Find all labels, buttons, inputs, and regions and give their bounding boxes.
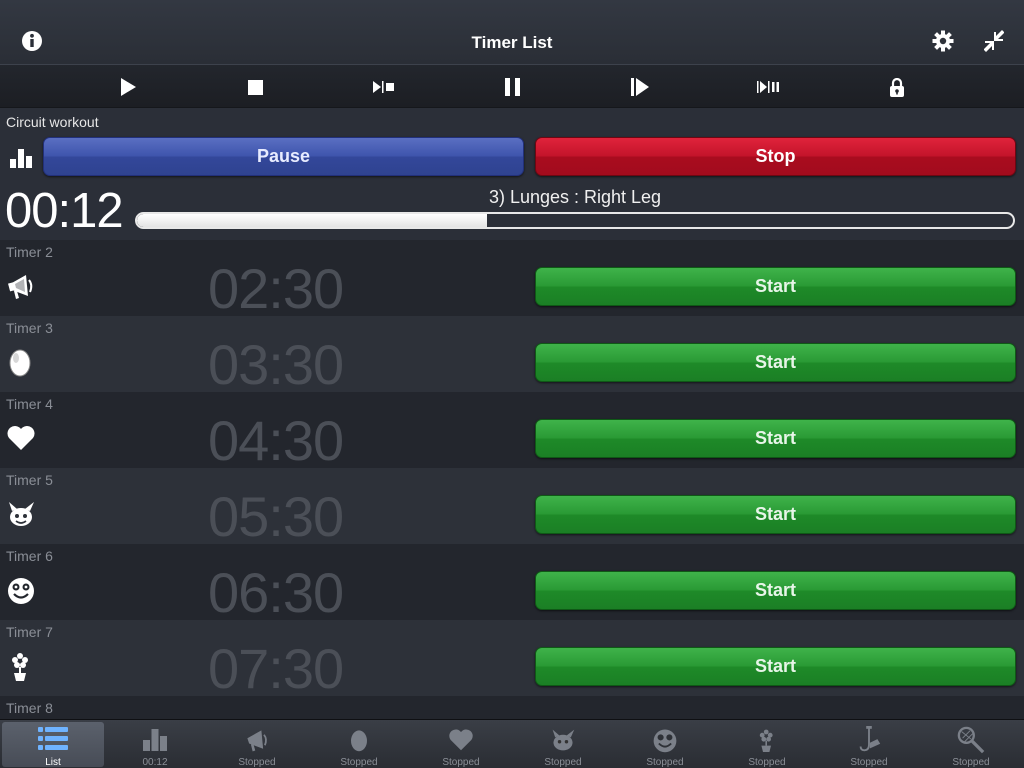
resume-all-icon[interactable]: [626, 75, 654, 99]
timer-list: Timer 2 02:30 Start Timer 3 03:30 Start …: [0, 240, 1024, 720]
timer-name: Timer 4: [6, 396, 53, 412]
timer-time: 07:30: [208, 637, 344, 700]
timer-row: Timer 8: [0, 696, 1024, 720]
timer-time: 04:30: [208, 409, 344, 472]
tab-timer-5[interactable]: Stopped: [512, 722, 614, 768]
tab-label: Stopped: [748, 757, 786, 768]
play-all-icon[interactable]: [114, 75, 142, 99]
tab-label: List: [45, 757, 61, 768]
tab-label: Stopped: [850, 757, 888, 768]
start-button[interactable]: Start: [535, 647, 1016, 686]
stop-button[interactable]: Stop: [535, 137, 1016, 176]
start-button[interactable]: Start: [535, 571, 1016, 610]
timer-name: Timer 7: [6, 624, 53, 640]
start-button[interactable]: Start: [535, 419, 1016, 458]
timer-name: Timer 3: [6, 320, 53, 336]
stop-all-icon[interactable]: [241, 75, 269, 99]
tab-timer-2[interactable]: Stopped: [206, 722, 308, 768]
tab-label: Stopped: [238, 757, 276, 768]
chart-icon[interactable]: [9, 145, 33, 169]
egg-icon: [308, 726, 410, 754]
timer-row: Timer 6 06:30 Start: [0, 544, 1024, 624]
current-step-label: 3) Lunges : Right Leg: [488, 187, 662, 207]
tab-bar: List 00:12 Stopped Stopped Stopped Stopp…: [0, 719, 1024, 768]
playback-toolbar: [0, 64, 1024, 108]
tab-timer-7[interactable]: Stopped: [716, 722, 818, 768]
tab-label: Stopped: [340, 757, 378, 768]
tab-active-timer[interactable]: 00:12: [104, 722, 206, 768]
play-stop-icon[interactable]: [370, 75, 398, 99]
egg-icon: [6, 346, 36, 378]
gear-icon[interactable]: [931, 29, 955, 53]
timer-name: Timer 6: [6, 548, 53, 564]
active-timer-name: Circuit workout: [6, 114, 99, 130]
timer-row: Timer 2 02:30 Start: [0, 240, 1024, 320]
tab-label: Stopped: [442, 757, 480, 768]
tab-timer-9[interactable]: Stopped: [920, 722, 1022, 768]
flower-pot-icon: [6, 650, 36, 682]
start-button[interactable]: Start: [535, 267, 1016, 306]
devil-icon: [512, 726, 614, 754]
heart-icon: [410, 726, 512, 754]
tab-timer-6[interactable]: Stopped: [614, 722, 716, 768]
progress-fill: [137, 214, 488, 227]
saxophone-icon: [818, 726, 920, 754]
start-button[interactable]: Start: [535, 495, 1016, 534]
timer-row: Timer 4 04:30 Start: [0, 392, 1024, 472]
timer-row: Timer 3 03:30 Start: [0, 316, 1024, 396]
megaphone-icon: [6, 270, 36, 302]
smiley-icon: [614, 726, 716, 754]
play-pause-icon[interactable]: [754, 75, 782, 99]
smiley-icon: [6, 574, 36, 606]
progress-bar: [135, 212, 1015, 229]
tab-timer-8[interactable]: Stopped: [818, 722, 920, 768]
flower-pot-icon: [716, 726, 818, 754]
tab-label: 00:12: [142, 757, 168, 768]
tab-timer-3[interactable]: Stopped: [308, 722, 410, 768]
megaphone-icon: [206, 726, 308, 754]
timer-row: Timer 7 07:30 Start: [0, 620, 1024, 700]
chart-icon: [104, 726, 206, 754]
header-bar: Timer List: [0, 0, 1024, 64]
collapse-icon[interactable]: [982, 29, 1006, 53]
pause-button[interactable]: Pause: [43, 137, 524, 176]
timer-time: 05:30: [208, 485, 344, 548]
tab-label: Stopped: [952, 757, 990, 768]
timer-time: 02:30: [208, 257, 344, 320]
devil-icon: [6, 498, 36, 530]
timer-name: Timer 2: [6, 244, 53, 260]
heart-icon: [6, 422, 36, 454]
timer-time: 03:30: [208, 333, 344, 396]
page-title: Timer List: [471, 33, 553, 52]
pause-all-icon[interactable]: [498, 75, 526, 99]
tab-timer-4[interactable]: Stopped: [410, 722, 512, 768]
tab-label: Stopped: [544, 757, 582, 768]
tab-label: Stopped: [646, 757, 684, 768]
tab-list[interactable]: List: [2, 722, 104, 768]
timer-name: Timer 8: [6, 700, 53, 716]
timer-row: Timer 5 05:30 Start: [0, 468, 1024, 548]
lock-icon[interactable]: [883, 75, 911, 99]
start-button[interactable]: Start: [535, 343, 1016, 382]
active-timer-time: 00:12: [5, 184, 124, 238]
timer-name: Timer 5: [6, 472, 53, 488]
list-icon: [2, 726, 104, 754]
racket-icon: [920, 726, 1022, 754]
timer-time: 06:30: [208, 561, 344, 624]
